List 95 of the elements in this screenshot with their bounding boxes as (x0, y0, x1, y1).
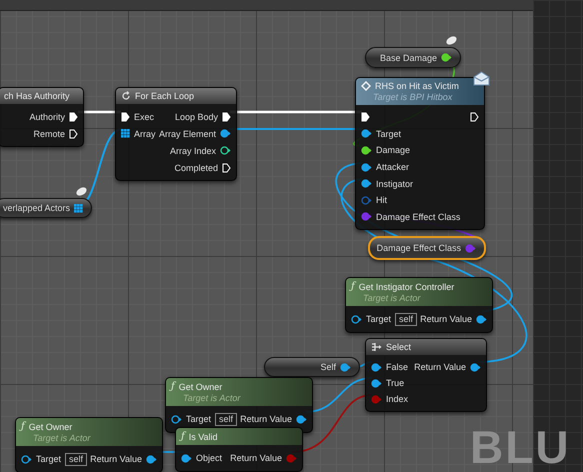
variable-node[interactable]: Damage Effect Class (368, 236, 486, 260)
data-pin-icon[interactable] (171, 414, 182, 424)
variable-node[interactable]: Self (264, 357, 360, 377)
data-pin-icon[interactable] (470, 362, 481, 372)
exec-pin-icon[interactable] (69, 112, 78, 122)
data-pin-icon[interactable] (371, 362, 382, 372)
data-pin-icon[interactable] (361, 129, 372, 138)
function-glyph: ƒ (21, 421, 25, 432)
data-pin-icon[interactable] (476, 314, 487, 324)
node-subtitle: Target is Actor (362, 293, 422, 303)
variable-node[interactable]: verlapped Actors (0, 198, 92, 218)
node-subtitle: Target is Actor (32, 433, 92, 443)
data-pin-icon[interactable] (220, 129, 231, 138)
node-title: Is Valid (188, 432, 218, 442)
node-title: Select (386, 342, 412, 352)
pin-label: Loop Body (174, 112, 218, 122)
variable-label: Damage Effect Class (376, 243, 461, 253)
pin-label: Target (376, 128, 402, 139)
pin-label: True (386, 378, 404, 388)
pin-label: Target (186, 414, 212, 424)
data-pin-icon[interactable] (181, 454, 192, 462)
exec-pin-icon[interactable] (121, 112, 130, 122)
data-pin-icon[interactable] (296, 414, 307, 424)
pin-label: Array Element (158, 128, 216, 138)
pin-label: Return Value (230, 453, 282, 463)
pin-label: Authority (29, 112, 65, 122)
pin-label: Array (134, 128, 156, 138)
pin-label: Return Value (420, 314, 472, 324)
blueprint-node[interactable]: ƒ Get Instigator Controller Target is Actor Target self Return Value (345, 277, 493, 333)
default-value[interactable]: self (395, 312, 418, 326)
blueprint-node[interactable]: Select False Return Value True Index (365, 338, 487, 412)
graph-watermark: BLU (470, 424, 571, 470)
pin-label: Remote (33, 128, 65, 138)
pin-label: Target (36, 454, 62, 464)
variable-label: verlapped Actors (2, 203, 70, 213)
default-value[interactable]: self (215, 412, 238, 426)
blueprint-node[interactable]: ƒ Get Owner Target is Actor Target self Return Value (15, 417, 163, 472)
pin-label: Hit (376, 195, 387, 206)
pin-label: Index (386, 394, 408, 404)
exec-pin-icon[interactable] (361, 112, 370, 122)
blueprint-node[interactable]: RHS on Hit as Victim Target is BPI Hitbox Target Damage Attacker Instigator Hit Damage Effect Class (355, 77, 485, 230)
data-pin-icon[interactable] (21, 454, 32, 464)
array-pin-icon[interactable] (121, 129, 130, 138)
default-value[interactable]: self (65, 452, 88, 466)
pin-label: Target (366, 314, 392, 324)
select-icon (371, 342, 382, 352)
loop-icon (121, 91, 131, 101)
data-pin-icon[interactable] (351, 314, 362, 324)
data-pin-icon[interactable] (371, 378, 382, 388)
pin-label: Exec (134, 112, 154, 122)
exec-pin-icon[interactable] (69, 128, 78, 138)
blueprint-node[interactable]: For Each Loop Exec Loop Body Array Array Element Array Index Completed (115, 87, 237, 181)
function-glyph: ƒ (171, 381, 175, 392)
data-pin-icon[interactable] (361, 179, 372, 188)
pin-label: Completed (174, 162, 218, 172)
message-icon (361, 81, 371, 91)
node-title: RHS on Hit as Victim (375, 81, 459, 91)
node-title: Get Instigator Controller (358, 282, 454, 292)
array-pin-icon[interactable] (74, 204, 83, 212)
function-glyph: ƒ (181, 431, 185, 442)
pin-label: Attacker (376, 162, 410, 172)
data-pin-icon[interactable] (441, 53, 452, 62)
node-title: ch Has Authority (4, 91, 70, 101)
pin-label: Return Value (414, 362, 466, 372)
node-title: For Each Loop (135, 91, 194, 101)
pin-label: Damage Effect Class (376, 212, 460, 222)
node-title: Get Owner (178, 382, 222, 392)
bubble-icon[interactable] (74, 186, 88, 198)
data-pin-icon[interactable] (146, 454, 157, 464)
pin-label: Damage (376, 145, 410, 156)
variable-node[interactable]: Base Damage (365, 47, 461, 68)
exec-pin-icon[interactable] (222, 162, 231, 172)
data-pin-icon[interactable] (220, 146, 231, 155)
node-subtitle: Target is BPI Hitbox (372, 92, 454, 102)
exec-pin-icon[interactable] (470, 112, 479, 122)
pin-label: False (386, 362, 408, 372)
variable-label: Self (320, 362, 336, 372)
exec-pin-icon[interactable] (222, 112, 231, 122)
pin-label: Return Value (240, 414, 292, 424)
variable-label: Base Damage (380, 52, 437, 62)
pin-label: Object (196, 453, 222, 463)
data-pin-icon[interactable] (361, 146, 372, 155)
blueprint-node[interactable]: ƒ Get Owner Target is Actor Target self Return Value (165, 377, 313, 433)
pin-label: Return Value (90, 454, 142, 464)
data-pin-icon[interactable] (340, 362, 351, 372)
pin-label: Instigator (376, 178, 414, 189)
function-glyph: ƒ (351, 281, 355, 292)
envelope-icon (473, 71, 490, 86)
node-subtitle: Target is Actor (182, 393, 242, 403)
node-title: Get Owner (28, 422, 72, 432)
data-pin-icon[interactable] (361, 162, 372, 172)
blueprint-node[interactable]: ch Has Authority Authority Remote (0, 87, 84, 147)
pin-label: Array Index (170, 146, 216, 156)
blueprint-node[interactable]: ƒ Is Valid Object Return Value (175, 427, 303, 472)
bubble-icon[interactable] (444, 34, 458, 46)
